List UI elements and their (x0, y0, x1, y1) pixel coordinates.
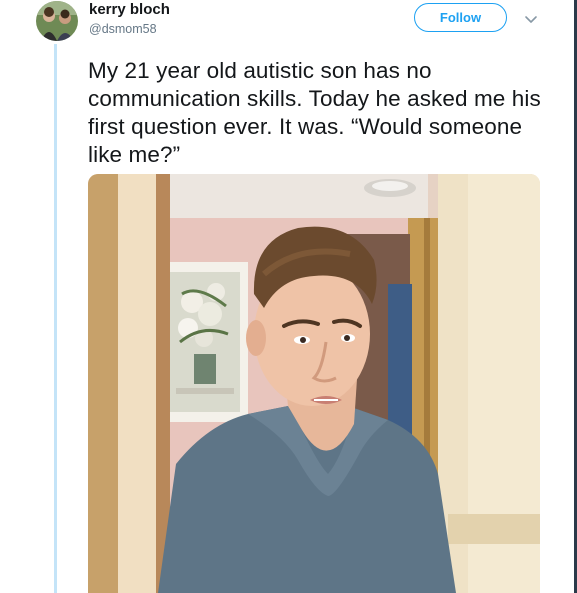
follow-button[interactable]: Follow (414, 3, 507, 32)
tweet-photo[interactable] (88, 174, 540, 593)
tweet-text: My 21 year old autistic son has no commu… (88, 58, 541, 167)
thread-connector-line (54, 44, 57, 593)
author-handle[interactable]: @dsmom58 (89, 21, 157, 37)
chevron-down-icon[interactable] (524, 12, 538, 23)
avatar[interactable] (36, 1, 78, 41)
author-display-name[interactable]: kerry bloch (89, 1, 170, 19)
